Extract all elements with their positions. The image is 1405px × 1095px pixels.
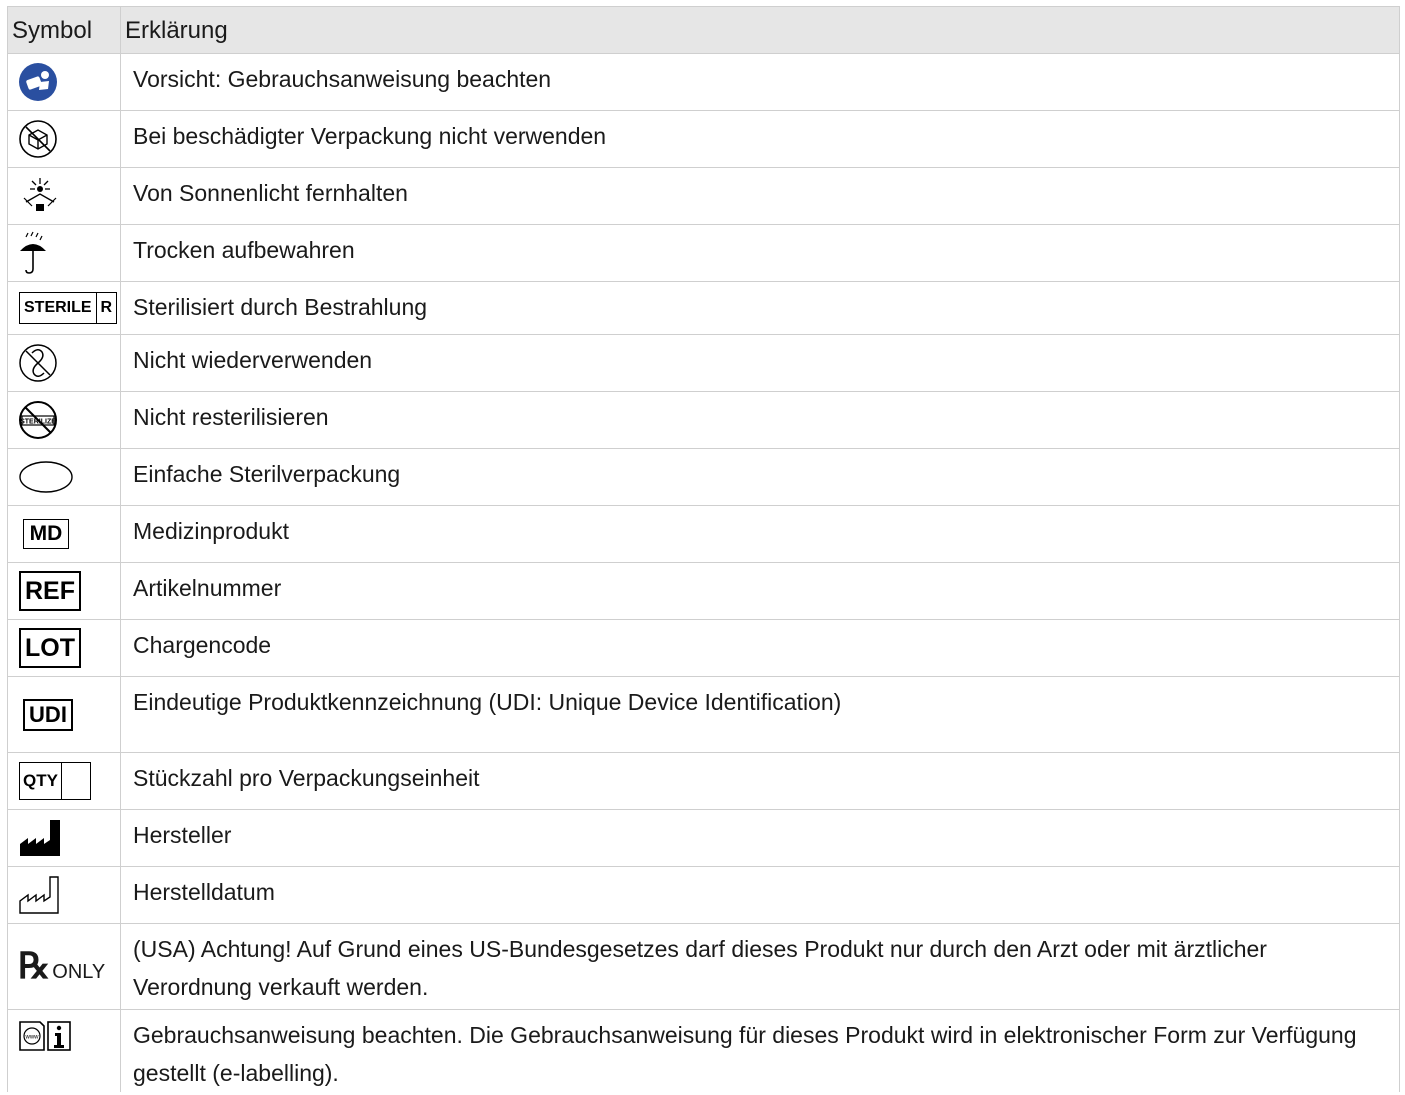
table-row: Von Sonnenlicht fernhalten	[8, 168, 1399, 225]
table-row: Nicht wiederverwenden	[8, 335, 1399, 392]
batch-code-icon: LOT	[19, 628, 81, 668]
quantity-icon: QTY	[19, 762, 91, 800]
row-text: Stückzahl pro Verpackungseinheit	[133, 765, 480, 791]
row-text: Medizinprodukt	[133, 518, 289, 544]
row-text: Trocken aufbewahren	[133, 237, 355, 263]
do-not-resterilize-icon: STERILIZE	[19, 401, 57, 439]
table-header: Symbol Erklärung	[8, 7, 1399, 54]
do-not-reuse-icon	[19, 344, 57, 382]
table-row: Hersteller	[8, 810, 1399, 867]
keep-away-sunlight-icon	[23, 178, 57, 211]
symbols-table: Symbol Erklärung Vorsicht: Gebrauchsanwe…	[7, 6, 1400, 1092]
row-text: Einfache Sterilverpackung	[133, 461, 401, 487]
table-row: QTY Stückzahl pro Verpackungseinheit	[8, 753, 1399, 810]
table-row: STERILE R Sterilisiert durch Bestrahlung	[8, 282, 1399, 335]
table-row: LOT Chargencode	[8, 620, 1399, 677]
damaged-package-icon	[19, 120, 57, 158]
rx-only-icon: ℞ ONLY	[18, 946, 106, 986]
table-row: STERILIZE Nicht resterilisieren	[8, 392, 1399, 449]
row-text: Chargencode	[133, 632, 272, 658]
row-text: Artikelnummer	[133, 575, 282, 601]
catalogue-number-icon: REF	[19, 571, 81, 611]
e-labelling-icon: www	[19, 1021, 71, 1051]
medical-device-icon: MD	[23, 519, 69, 549]
svg-text:www: www	[25, 1035, 40, 1041]
row-text: Gebrauchsanweisung beachten. Die Gebrauc…	[133, 1022, 1357, 1086]
manufacturer-icon	[20, 820, 60, 856]
row-text: Nicht wiederverwenden	[133, 347, 373, 373]
row-text: Hersteller	[133, 822, 232, 848]
row-text: Eindeutige Produktkennzeichnung (UDI: Un…	[133, 689, 842, 715]
table-row: ℞ ONLY (USA) Achtung! Auf Grund eines US…	[8, 924, 1399, 1010]
row-text: Vorsicht: Gebrauchsanweisung beachten	[133, 66, 552, 92]
row-text: (USA) Achtung! Auf Grund eines US-Bundes…	[133, 936, 1267, 1000]
date-of-manufacture-icon	[19, 876, 59, 914]
udi-icon: UDI	[23, 698, 73, 731]
header-explanation: Erklärung	[125, 17, 228, 44]
row-text: Sterilisiert durch Bestrahlung	[133, 294, 428, 320]
sterile-r-icon: STERILE R	[19, 292, 117, 324]
keep-dry-umbrella-icon	[20, 231, 46, 274]
table-row: Einfache Sterilverpackung	[8, 449, 1399, 506]
table-row: REF Artikelnummer	[8, 563, 1399, 620]
row-text: Herstelldatum	[133, 879, 275, 905]
table-row: Trocken aufbewahren	[8, 225, 1399, 282]
row-text: Von Sonnenlicht fernhalten	[133, 180, 408, 206]
table-row: Vorsicht: Gebrauchsanweisung beachten	[8, 54, 1399, 111]
table-row: www Gebrauchsanweisung beachten. Die Geb…	[8, 1010, 1399, 1092]
consult-instructions-blue-icon	[19, 63, 57, 101]
table-row: UDI Eindeutige Produktkennzeichnung (UDI…	[8, 677, 1399, 753]
row-text: Bei beschädigter Verpackung nicht verwen…	[133, 123, 607, 149]
single-sterile-barrier-icon	[19, 461, 73, 493]
table-row: Herstelldatum	[8, 867, 1399, 924]
table-row: Bei beschädigter Verpackung nicht verwen…	[8, 111, 1399, 168]
table-row: MD Medizinprodukt	[8, 506, 1399, 563]
row-text: Nicht resterilisieren	[133, 404, 329, 430]
header-symbol: Symbol	[8, 7, 121, 53]
